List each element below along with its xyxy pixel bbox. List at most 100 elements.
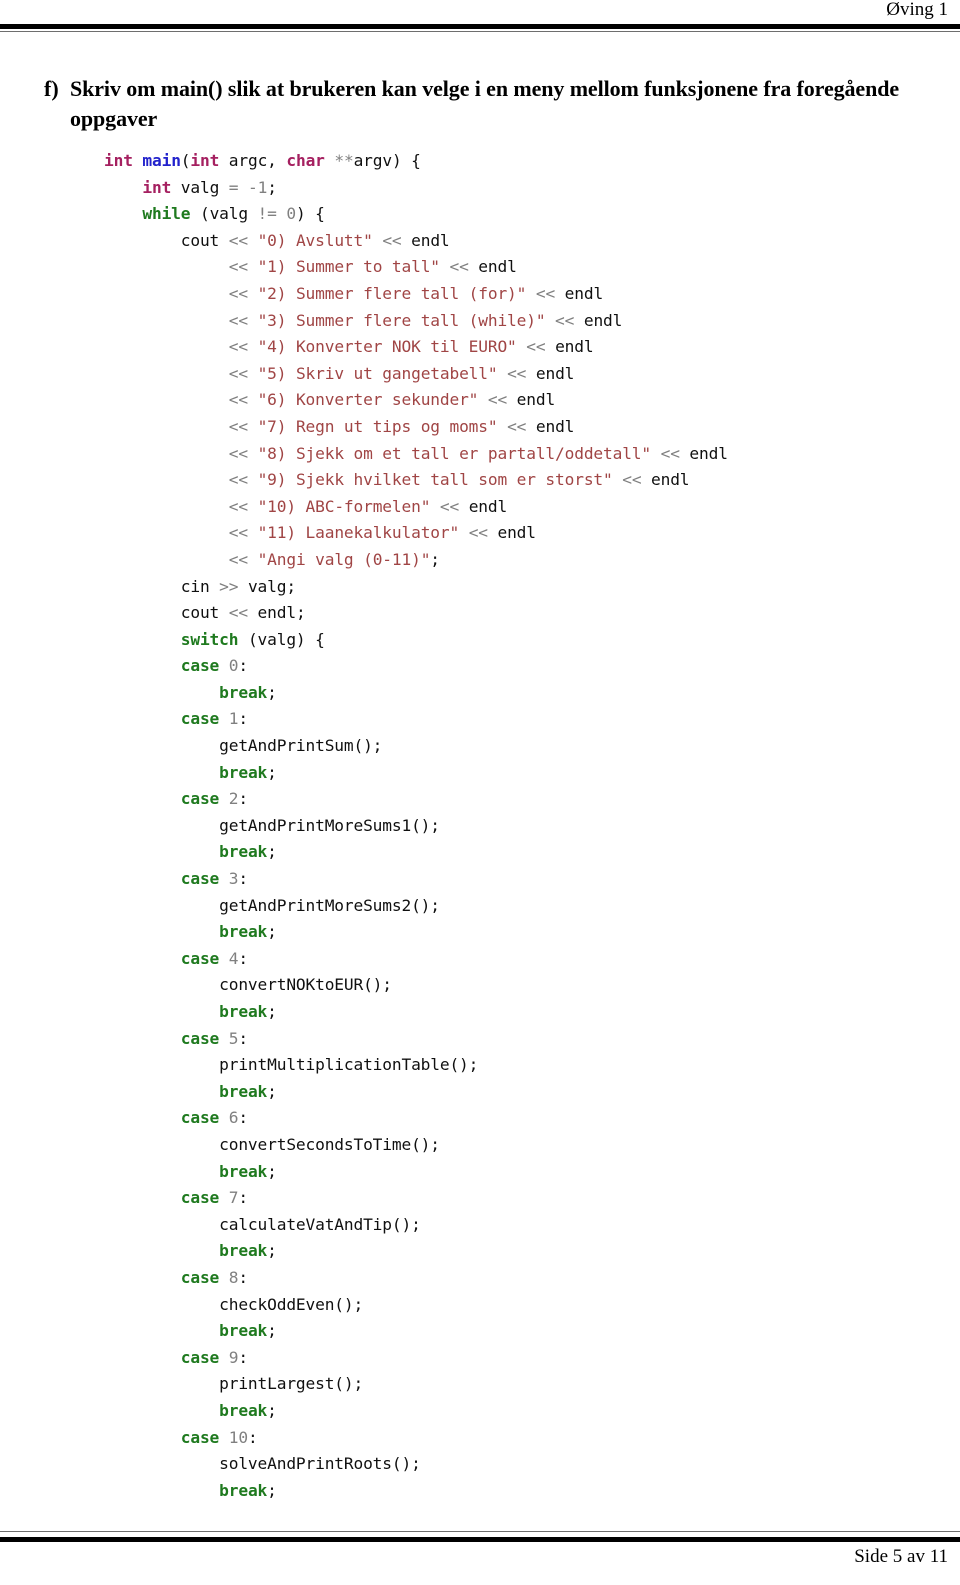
code-line: case 7: [104, 1185, 960, 1212]
code-line: break; [104, 919, 960, 946]
code-token-kw: break [219, 1400, 268, 1420]
header-title: Øving 1 [886, 0, 948, 20]
code-token-op: << [228, 496, 248, 516]
code-token-plain: convertNOKtoEUR(); [104, 975, 392, 995]
code-token-plain: endl [641, 470, 690, 490]
code-token-num: 9 [228, 1347, 239, 1367]
code-token-plain: convertSecondsToTime(); [104, 1134, 440, 1154]
code-line: int valg = -1; [104, 175, 960, 202]
code-token-punct: ( [180, 151, 191, 170]
code-line: cout << "0) Avslutt" << endl [104, 228, 960, 255]
page-footer: Side 5 av 11 [0, 1523, 960, 1585]
code-token-op: << [228, 470, 248, 490]
code-token-punct: : [238, 709, 248, 729]
code-token-punct: : [238, 1267, 248, 1287]
code-token-num: 1 [228, 709, 239, 729]
code-line: break; [104, 760, 960, 787]
code-token-op: >> [219, 576, 239, 596]
code-token-plain: endl [555, 283, 604, 303]
code-token-op: << [468, 523, 488, 543]
code-token-plain: endl [487, 523, 536, 543]
code-token-op: << [228, 523, 248, 543]
code-line: convertSecondsToTime(); [104, 1132, 960, 1159]
code-token-punct: : [247, 1427, 258, 1447]
code-token-op: << [555, 310, 575, 330]
code-token-plain: endl [247, 603, 297, 623]
code-token-punct: ; [267, 177, 277, 197]
code-token-num: 7 [228, 1188, 239, 1208]
header-rule-thick [0, 24, 960, 29]
code-line: << "6) Konverter sekunder" << endl [104, 387, 960, 414]
code-token-str: "5) Skriv ut gangetabell" [257, 363, 498, 383]
code-token-plain: (valg [190, 204, 258, 224]
code-token-punct: ; [267, 762, 277, 782]
code-token-kw: break [219, 1161, 268, 1181]
code-token-punct: ; [267, 842, 277, 862]
code-token-plain: argc, [219, 151, 287, 170]
code-line: break; [104, 680, 960, 707]
code-line: switch (valg) { [104, 627, 960, 654]
code-token-kw: break [219, 682, 268, 702]
code-line: << "1) Summer to tall" << endl [104, 254, 960, 281]
code-token-op: << [487, 390, 508, 410]
code-token-op: << [526, 337, 546, 357]
code-token-plain: solveAndPrintRoots(); [104, 1454, 421, 1474]
code-line: printMultiplicationTable(); [104, 1052, 960, 1079]
code-token-str: "11) Laanekalkulator" [257, 523, 460, 543]
code-line: << "11) Laanekalkulator" << endl [104, 520, 960, 547]
code-token-str: "1) Summer to tall" [257, 257, 440, 277]
exercise-description: Skriv om main() slik at brukeren kan vel… [70, 76, 900, 131]
code-token-kw: switch [180, 629, 239, 649]
code-token-op: != [257, 204, 277, 224]
code-token-num: 8 [228, 1267, 239, 1287]
code-token-op: << [228, 257, 248, 277]
code-token-num: -1 [247, 177, 268, 197]
code-line: getAndPrintSum(); [104, 733, 960, 760]
code-line: << "3) Summer flere tall (while)" << end… [104, 308, 960, 335]
code-token-kw: case [180, 1427, 220, 1447]
code-token-num: 0 [286, 204, 296, 224]
code-token-str: "3) Summer flere tall (while)" [257, 310, 546, 330]
code-token-op: << [228, 390, 248, 410]
code-token-op: << [507, 416, 527, 436]
code-token-plain: checkOddEven(); [104, 1294, 364, 1314]
code-token-punct: : [238, 948, 248, 968]
code-token-num: 10 [228, 1427, 248, 1447]
code-token-punct: ; [267, 682, 277, 702]
code-token-punct: ; [295, 603, 306, 623]
page-number: Side 5 av 11 [854, 1546, 948, 1567]
code-token-punct: ) { [391, 151, 421, 170]
code-token-type: int [142, 177, 172, 197]
code-token-plain: printLargest(); [104, 1374, 364, 1394]
code-token-plain: printMultiplicationTable(); [104, 1055, 479, 1075]
code-token-punct: ; [267, 1321, 277, 1341]
code-token-op: << [228, 283, 248, 303]
code-token-punct: ; [286, 576, 296, 596]
code-token-fnname: main [142, 151, 181, 170]
code-token-punct: ; [267, 1480, 277, 1500]
